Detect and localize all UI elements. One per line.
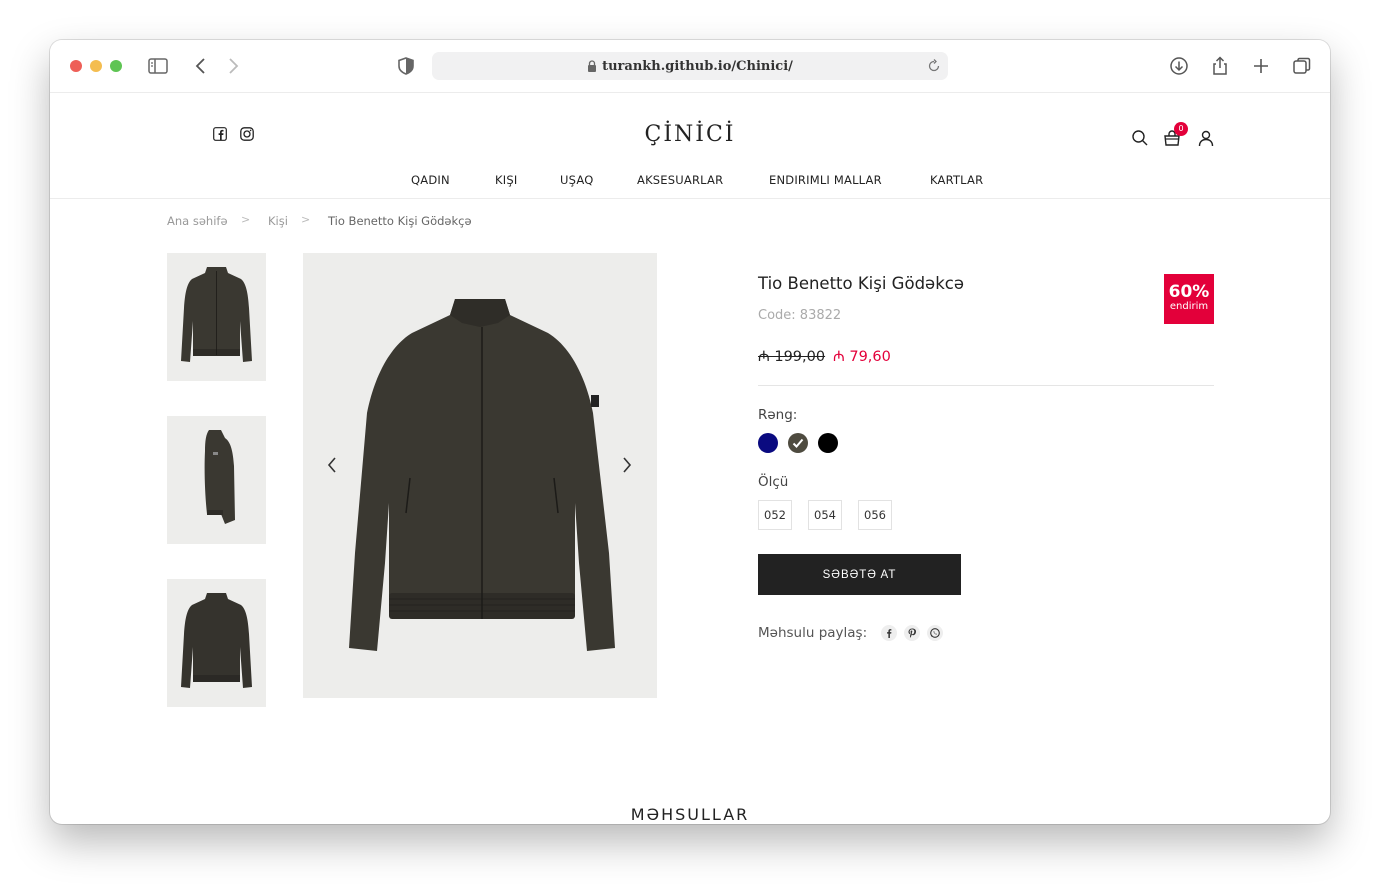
address-bar[interactable]: turankh.github.io/Chinici/: [432, 52, 948, 80]
facebook-icon[interactable]: [213, 126, 227, 141]
prev-image-arrow-icon[interactable]: [324, 453, 340, 477]
color-swatch-navy[interactable]: [758, 433, 778, 453]
url-text: turankh.github.io/Chinici/: [602, 58, 793, 74]
size-label: Ölçü: [758, 474, 789, 490]
discount-label: endirim: [1169, 301, 1209, 312]
instagram-icon[interactable]: [240, 126, 254, 141]
forward-icon[interactable]: [221, 54, 245, 78]
breadcrumb-current: Tio Benetto Kişi Gödəkçə: [328, 214, 472, 228]
product-thumbnail-back[interactable]: [167, 579, 266, 707]
sidebar-toggle-icon[interactable]: [146, 54, 170, 78]
privacy-shield-icon[interactable]: [394, 54, 418, 78]
user-account-icon[interactable]: [1197, 129, 1215, 147]
share-label: Məhsulu paylaş:: [758, 625, 868, 641]
tab-overview-icon[interactable]: [1290, 54, 1314, 78]
lock-icon: [588, 60, 597, 72]
size-option-056[interactable]: 056: [858, 500, 892, 530]
size-option-052[interactable]: 052: [758, 500, 792, 530]
share-whatsapp-icon[interactable]: [927, 625, 943, 641]
product-old-price: ₼ 199,00: [758, 349, 826, 365]
nav-item-kisi[interactable]: KIŞI: [495, 173, 517, 187]
add-to-cart-button[interactable]: SƏBƏTƏ AT: [758, 554, 961, 595]
next-image-arrow-icon[interactable]: [619, 453, 635, 477]
product-main-image: [303, 253, 657, 698]
breadcrumb-separator: >: [301, 213, 311, 226]
color-label: Rəng:: [758, 407, 798, 423]
breadcrumb-category[interactable]: Kişi: [268, 214, 288, 228]
jacket-image: [349, 299, 615, 651]
product-divider: [758, 385, 1214, 386]
maximize-window-button[interactable]: [110, 60, 122, 72]
reload-icon[interactable]: [926, 58, 942, 74]
header-divider: [50, 198, 1330, 199]
product-thumbnail-side[interactable]: [167, 416, 266, 544]
color-swatch-black[interactable]: [818, 433, 838, 453]
minimize-window-button[interactable]: [90, 60, 102, 72]
product-thumbnail-front[interactable]: [167, 253, 266, 381]
cart-count-badge: 0: [1174, 122, 1188, 136]
product-title: Tio Benetto Kişi Gödəkcə: [758, 274, 964, 293]
share-facebook-icon[interactable]: [881, 625, 897, 641]
discount-badge: 60% endirim: [1164, 274, 1214, 324]
download-icon[interactable]: [1167, 54, 1191, 78]
browser-window: turankh.github.io/Chinici/ ÇİNİCİ 0 QADI…: [50, 40, 1330, 824]
new-tab-icon[interactable]: [1249, 54, 1273, 78]
products-section-title: MƏHSULLAR: [630, 805, 750, 824]
site-logo[interactable]: ÇİNİCİ: [630, 122, 750, 147]
nav-item-qadin[interactable]: QADIN: [411, 173, 450, 187]
breadcrumb-separator: >: [241, 213, 251, 226]
breadcrumb-home[interactable]: Ana səhifə: [167, 214, 228, 228]
product-code: Code: 83822: [758, 308, 842, 323]
size-option-054[interactable]: 054: [808, 500, 842, 530]
nav-item-endirimli-mallar[interactable]: ENDIRIMLI MALLAR: [769, 173, 882, 187]
nav-item-aksesuarlar[interactable]: AKSESUARLAR: [637, 173, 723, 187]
back-icon[interactable]: [189, 54, 213, 78]
discount-percent: 60%: [1168, 282, 1210, 302]
main-nav: QADIN KIŞI UŞAQ AKSESUARLAR ENDIRIMLI MA…: [50, 173, 1330, 189]
close-window-button[interactable]: [70, 60, 82, 72]
share-icon[interactable]: [1208, 54, 1232, 78]
product-sale-price: ₼ 79,60: [833, 349, 891, 365]
browser-toolbar: turankh.github.io/Chinici/: [50, 40, 1330, 93]
nav-item-usaq[interactable]: UŞAQ: [560, 173, 593, 187]
nav-item-kartlar[interactable]: KARTLAR: [930, 173, 983, 187]
color-swatch-olive[interactable]: [788, 433, 808, 453]
share-pinterest-icon[interactable]: [904, 625, 920, 641]
search-icon[interactable]: [1131, 129, 1149, 147]
